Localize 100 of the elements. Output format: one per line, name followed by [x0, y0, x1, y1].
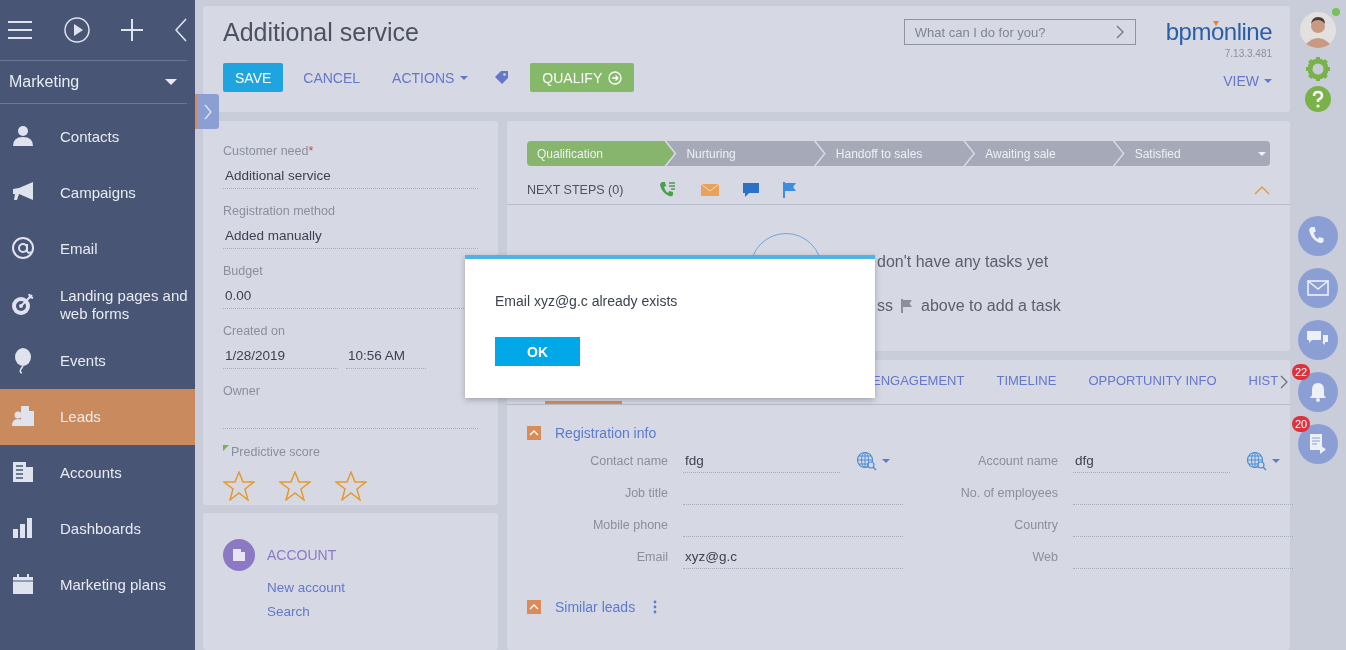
chevron-icon — [529, 430, 539, 436]
help-icon[interactable] — [1305, 86, 1331, 112]
link[interactable]: Search — [267, 604, 478, 619]
actions-menu-button[interactable]: ACTIONS — [380, 63, 481, 92]
flag-icon — [901, 299, 913, 313]
text-field[interactable]: dfg — [1073, 449, 1230, 473]
web-search-icon[interactable] — [856, 451, 890, 471]
section-title: Registration info — [555, 425, 657, 441]
cancel-button[interactable]: CANCEL — [291, 63, 373, 92]
email-button[interactable] — [1298, 268, 1338, 308]
sidebar-item[interactable]: Landing pages and web forms — [0, 277, 195, 333]
bell-icon — [1309, 382, 1327, 402]
text-field[interactable]: Added manually — [223, 225, 478, 249]
text-field[interactable]: xyz@g.c — [683, 545, 903, 569]
phone-icon[interactable] — [659, 181, 678, 199]
at-sign-icon — [10, 236, 36, 262]
notification-count: 22 — [1292, 364, 1310, 380]
field-label: Mobile phone — [591, 518, 668, 532]
star-icon[interactable] — [279, 471, 311, 501]
field-label: Account name — [977, 454, 1058, 468]
sidebar-item[interactable]: Marketing plans — [0, 557, 195, 613]
field-label: Contact name — [589, 454, 668, 468]
field-label: Web — [1031, 550, 1058, 564]
workspace-dropdown[interactable]: Marketing — [0, 60, 187, 104]
text-field[interactable]: Additional service — [223, 165, 478, 189]
email-icon[interactable] — [701, 183, 720, 197]
dialog-message: Email xyz@g.c already exists — [495, 293, 679, 309]
stage-step[interactable]: Satisfied — [1114, 141, 1271, 166]
section-title: Similar leads — [555, 599, 636, 615]
page-title: Additional service — [223, 18, 420, 47]
logo: bpmonline — [1165, 18, 1272, 46]
field-label: No. of employees — [959, 486, 1058, 500]
section-title: NEXT STEPS (0) — [527, 183, 624, 197]
sidebar-item[interactable]: Campaigns — [0, 165, 195, 221]
empty-state-text: don't have any tasks yet — [877, 253, 1049, 271]
chevron-right-icon[interactable] — [1280, 375, 1289, 389]
web-search-icon[interactable] — [1246, 451, 1280, 471]
sidebar-item[interactable]: Contacts — [0, 109, 195, 165]
expand-panel-button[interactable] — [195, 94, 219, 129]
avatar-icon[interactable] — [1300, 12, 1336, 48]
sidebar-item[interactable]: Dashboards — [0, 501, 195, 557]
chevron-icon — [529, 604, 539, 610]
sidebar-item[interactable]: Accounts — [0, 445, 195, 501]
chevron-right-icon — [204, 103, 212, 120]
arrow-circle-icon — [608, 70, 623, 85]
field-label: Budget — [223, 264, 263, 278]
search-field[interactable]: What can I do for you? — [903, 19, 1136, 45]
empty-state-text: above to add a task — [921, 297, 1061, 315]
tab[interactable]: ENGAGEMENT — [856, 360, 981, 404]
online-status-dot — [1332, 8, 1340, 16]
menu-icon[interactable] — [8, 20, 32, 40]
stage-step[interactable]: Qualification — [527, 141, 675, 166]
envelope-icon — [1307, 280, 1329, 296]
add-icon[interactable] — [121, 19, 144, 41]
field-label: Country — [1013, 518, 1058, 532]
field-label: Email — [635, 550, 668, 564]
field-label: Registration method — [223, 204, 335, 218]
tab[interactable]: TIMELINE — [980, 360, 1073, 404]
text-field[interactable]: 10:56 AM — [346, 345, 426, 369]
settings-icon[interactable] — [1305, 56, 1331, 82]
stage-step[interactable]: Awaiting sale — [965, 141, 1123, 166]
chat-icon[interactable] — [743, 182, 760, 198]
collapse-button[interactable] — [527, 426, 541, 440]
sidebar-item[interactable]: Leads — [0, 389, 195, 445]
collapse-button[interactable] — [527, 600, 541, 614]
chevron-right-icon — [1115, 25, 1124, 39]
building-icon — [223, 539, 255, 571]
field-label: Job title — [623, 486, 668, 500]
section-title: ACCOUNT — [267, 547, 337, 563]
tab[interactable]: OPPORTUNITY INFO — [1072, 360, 1233, 404]
star-icon[interactable] — [335, 471, 367, 501]
target-icon — [10, 292, 36, 318]
save-button[interactable]: SAVE — [223, 63, 284, 92]
view-menu-button[interactable]: VIEW — [1223, 73, 1272, 89]
empty-state-text: ss — [877, 297, 893, 315]
field-label: Created on — [223, 324, 285, 338]
link[interactable]: New account — [267, 580, 478, 595]
field-label: Predictive score — [231, 445, 320, 459]
sidebar-item[interactable]: Email — [0, 221, 195, 277]
text-field[interactable]: fdg — [683, 449, 840, 473]
collapse-icon[interactable] — [1254, 185, 1270, 195]
more-icon[interactable] — [653, 600, 658, 614]
text-field[interactable]: 1/28/2019 — [223, 345, 338, 369]
flag-icon[interactable] — [783, 182, 798, 198]
play-icon[interactable] — [63, 17, 90, 43]
ok-button[interactable]: OK — [495, 337, 580, 366]
stage-step[interactable]: Nurturing — [666, 141, 824, 166]
sidebar-item[interactable]: Events — [0, 333, 195, 389]
version-label: 7.13.3.481 — [1224, 48, 1272, 59]
notification-count: 20 — [1292, 416, 1310, 432]
phone-button[interactable] — [1298, 216, 1338, 256]
tag-icon[interactable] — [494, 70, 509, 85]
tab[interactable]: HIST — [1232, 360, 1295, 404]
chat-button[interactable] — [1298, 320, 1338, 360]
star-icon[interactable] — [223, 471, 255, 501]
collapse-left-icon[interactable] — [174, 18, 187, 42]
qualify-button[interactable]: QUALIFY — [530, 63, 635, 92]
document-play-icon — [1309, 433, 1327, 455]
stage-step[interactable]: Handoff to sales — [815, 141, 974, 166]
field-label: Owner — [223, 384, 260, 398]
